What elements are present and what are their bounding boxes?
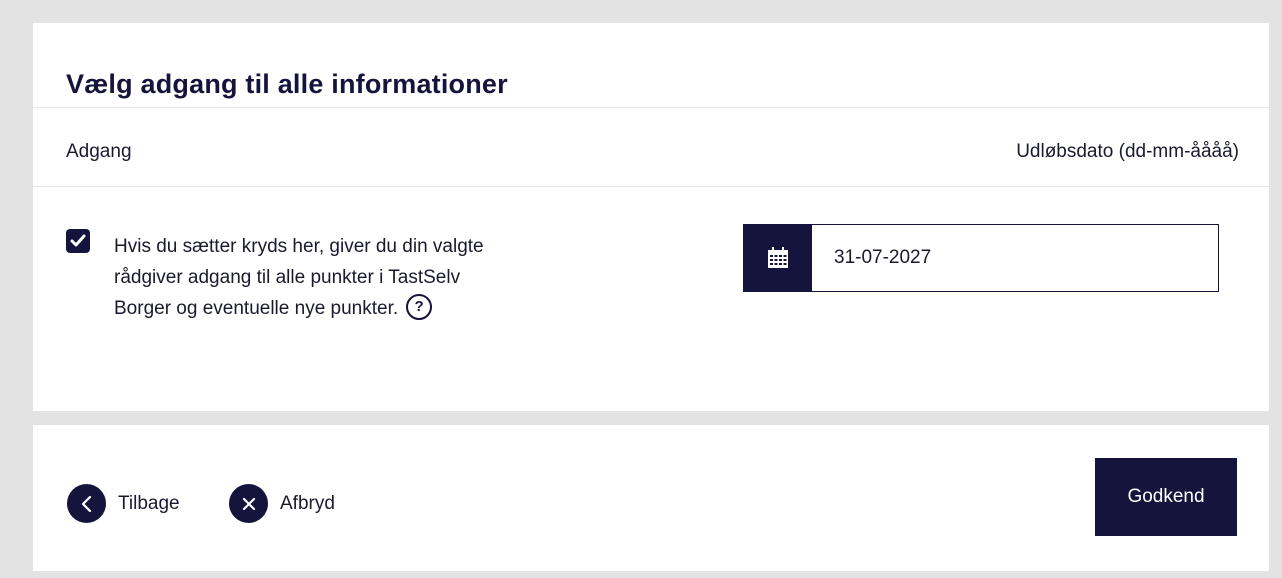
- checkbox-label: Hvis du sætter kryds her, giver du din v…: [114, 231, 514, 324]
- back-label: Tilbage: [118, 492, 180, 514]
- column-header-access: Adgang: [66, 141, 132, 162]
- cancel-circle: [229, 484, 268, 523]
- approve-button[interactable]: Godkend: [1095, 458, 1237, 536]
- close-icon: [242, 497, 255, 510]
- cancel-label: Afbryd: [280, 492, 335, 514]
- checkmark-icon: [70, 234, 86, 247]
- back-circle: [67, 484, 106, 523]
- access-card: Vælg adgang til alle informationer Adgan…: [33, 23, 1269, 411]
- divider: [33, 107, 1269, 108]
- back-button[interactable]: Tilbage: [67, 484, 180, 523]
- expiry-date-input[interactable]: [812, 225, 1218, 291]
- calendar-button[interactable]: [744, 225, 812, 291]
- page-title: Vælg adgang til alle informationer: [66, 69, 508, 99]
- cancel-button[interactable]: Afbryd: [229, 484, 335, 523]
- column-header-expiry: Udløbsdato (dd-mm-åååå): [1016, 141, 1239, 162]
- question-mark-icon[interactable]: ?: [406, 293, 433, 320]
- divider: [33, 186, 1269, 187]
- full-access-checkbox[interactable]: [66, 229, 90, 253]
- expiry-date-field: [743, 224, 1219, 292]
- chevron-left-icon: [81, 495, 91, 512]
- action-bar: Tilbage Afbryd Godkend: [33, 425, 1269, 571]
- calendar-icon: [768, 247, 788, 268]
